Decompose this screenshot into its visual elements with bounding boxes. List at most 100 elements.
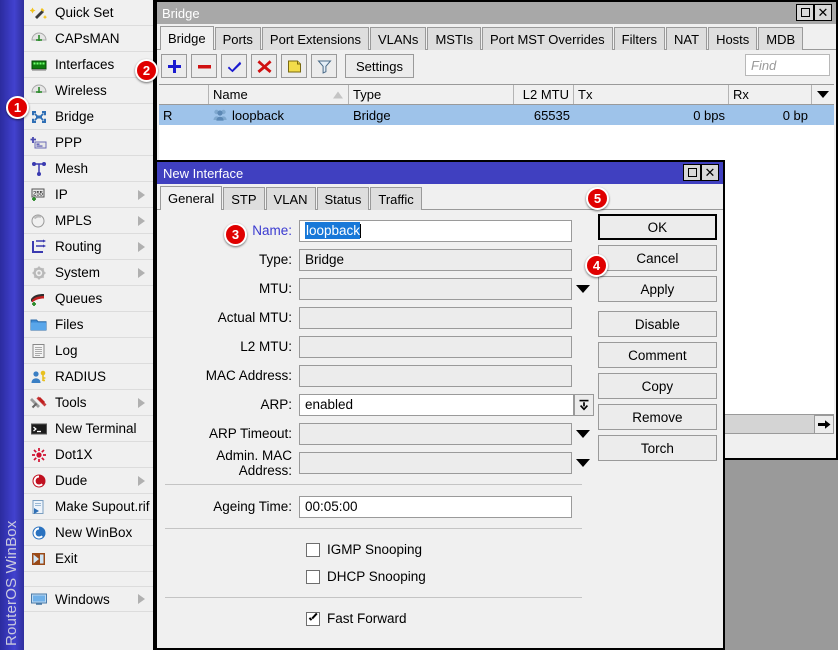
dialog-tab-stp[interactable]: STP xyxy=(223,187,264,210)
checkbox-fast-forward-row[interactable]: Fast Forward xyxy=(157,605,594,632)
sidebar-item-ip[interactable]: 255IP xyxy=(24,182,153,208)
table-row[interactable]: R loopback Bridge 65535 0 bps 0 bp xyxy=(159,105,834,125)
sidebar-item-radius[interactable]: RADIUS xyxy=(24,364,153,390)
field-mac-address-row: MAC Address: xyxy=(157,361,594,390)
dialog-tab-vlan[interactable]: VLAN xyxy=(266,187,316,210)
arp-dropdown-button[interactable] xyxy=(574,394,594,416)
fast-forward-checkbox[interactable] xyxy=(306,612,320,626)
sidebar-item-dude[interactable]: Dude xyxy=(24,468,153,494)
comment-button[interactable]: Comment xyxy=(598,342,717,368)
ppp-icon xyxy=(28,134,50,152)
admin-mac-address-field[interactable] xyxy=(299,452,572,474)
sidebar-item-interfaces[interactable]: Interfaces xyxy=(24,52,153,78)
sidebar-item-ppp[interactable]: PPP xyxy=(24,130,153,156)
remove-button[interactable]: Remove xyxy=(598,404,717,430)
column-header-rx[interactable]: Rx xyxy=(729,85,812,104)
actual-mtu-field[interactable] xyxy=(299,307,572,329)
sidebar-item-windows[interactable]: Windows xyxy=(24,586,153,612)
dialog-tab-general[interactable]: General xyxy=(160,186,222,210)
bridge-comment-button[interactable] xyxy=(281,54,307,78)
sidebar-item-mesh[interactable]: Mesh xyxy=(24,156,153,182)
dot1x-icon xyxy=(28,446,50,464)
mtu-chevron-down-icon[interactable] xyxy=(572,285,594,293)
sidebar-item-files[interactable]: Files xyxy=(24,312,153,338)
column-chooser-icon[interactable] xyxy=(812,85,834,104)
mesh-icon xyxy=(28,160,50,178)
bridge-disable-button[interactable] xyxy=(251,54,277,78)
igmp-snooping-checkbox[interactable] xyxy=(306,543,320,557)
tab-vlans[interactable]: VLANs xyxy=(370,27,426,50)
tab-port-mst-overrides[interactable]: Port MST Overrides xyxy=(482,27,613,50)
dhcp-snooping-checkbox[interactable] xyxy=(306,570,320,584)
bridge-window-titlebar[interactable]: Bridge ✕ xyxy=(157,2,836,24)
sidebar-item-new-terminal[interactable]: New Terminal xyxy=(24,416,153,442)
arp-timeout-field[interactable] xyxy=(299,423,572,445)
column-header-tx[interactable]: Tx xyxy=(574,85,729,104)
type-field[interactable]: Bridge xyxy=(299,249,572,271)
sidebar-item-quick-set[interactable]: Quick Set xyxy=(24,0,153,26)
arp-timeout-chevron-down-icon[interactable] xyxy=(572,430,594,438)
tab-filters[interactable]: Filters xyxy=(614,27,665,50)
dialog-tab-status[interactable]: Status xyxy=(317,187,370,210)
mtu-field[interactable] xyxy=(299,278,572,300)
checkbox-dhcp-snooping-row[interactable]: DHCP Snooping xyxy=(157,563,594,590)
sidebar-item-mpls[interactable]: MPLS xyxy=(24,208,153,234)
arp-field[interactable]: enabled xyxy=(299,394,574,416)
sidebar-item-log[interactable]: Log xyxy=(24,338,153,364)
dialog-tab-traffic[interactable]: Traffic xyxy=(370,187,421,210)
column-header-flags[interactable] xyxy=(159,85,209,104)
tab-mstis[interactable]: MSTIs xyxy=(427,27,481,50)
column-header-type[interactable]: Type xyxy=(349,85,514,104)
maximize-icon[interactable] xyxy=(796,4,814,21)
admin-mac-chevron-down-icon[interactable] xyxy=(572,459,594,467)
bridge-filter-button[interactable] xyxy=(311,54,337,78)
l2-mtu-field[interactable] xyxy=(299,336,572,358)
apply-button[interactable]: Apply xyxy=(598,276,717,302)
scroll-right-button[interactable] xyxy=(814,415,834,434)
close-icon[interactable]: ✕ xyxy=(814,4,832,21)
tab-port-extensions[interactable]: Port Extensions xyxy=(262,27,369,50)
bridge-enable-button[interactable] xyxy=(221,54,247,78)
tab-mdb[interactable]: MDB xyxy=(758,27,803,50)
sidebar-item-label: Tools xyxy=(55,395,87,410)
tab-hosts[interactable]: Hosts xyxy=(708,27,757,50)
tab-nat[interactable]: NAT xyxy=(666,27,707,50)
sidebar-item-routing[interactable]: Routing xyxy=(24,234,153,260)
sidebar-item-new-winbox[interactable]: New WinBox xyxy=(24,520,153,546)
sidebar-item-tools[interactable]: Tools xyxy=(24,390,153,416)
button-label: Cancel xyxy=(636,251,678,266)
sidebar-item-make-supout-rif[interactable]: Make Supout.rif xyxy=(24,494,153,520)
ageing-time-field[interactable]: 00:05:00 xyxy=(299,496,572,518)
mac-address-field[interactable] xyxy=(299,365,572,387)
dialog-titlebar[interactable]: New Interface ✕ xyxy=(157,162,723,184)
sidebar-item-system[interactable]: System xyxy=(24,260,153,286)
name-field[interactable]: loopback xyxy=(299,220,572,242)
dialog-maximize-icon[interactable] xyxy=(683,164,701,181)
exit-icon xyxy=(28,550,50,568)
bridge-settings-button[interactable]: Settings xyxy=(345,54,414,78)
copy-button[interactable]: Copy xyxy=(598,373,717,399)
bridge-remove-button[interactable] xyxy=(191,54,217,78)
ok-button[interactable]: OK xyxy=(598,214,717,240)
sidebar-item-exit[interactable]: Exit xyxy=(24,546,153,572)
bridge-add-button[interactable] xyxy=(161,54,187,78)
bridge-find-input[interactable]: Find xyxy=(745,54,830,76)
cancel-button[interactable]: Cancel xyxy=(598,245,717,271)
annotation-badge-1: 1 xyxy=(6,96,29,119)
row-rx: 0 bp xyxy=(729,105,812,125)
sidebar-item-bridge[interactable]: Bridge xyxy=(24,104,153,130)
sidebar-item-label: MPLS xyxy=(55,213,92,228)
torch-button[interactable]: Torch xyxy=(598,435,717,461)
checkbox-igmp-snooping-row[interactable]: IGMP Snooping xyxy=(157,536,594,563)
sidebar-item-capsman[interactable]: CAPsMAN xyxy=(24,26,153,52)
column-header-name[interactable]: Name xyxy=(209,85,349,104)
disable-button[interactable]: Disable xyxy=(598,311,717,337)
annotation-badge-2: 2 xyxy=(135,59,158,82)
sidebar-item-wireless[interactable]: Wireless xyxy=(24,78,153,104)
sidebar-item-dot1x[interactable]: Dot1X xyxy=(24,442,153,468)
sidebar-item-queues[interactable]: Queues xyxy=(24,286,153,312)
column-header-l2mtu[interactable]: L2 MTU xyxy=(514,85,574,104)
tab-bridge[interactable]: Bridge xyxy=(160,26,214,50)
tab-ports[interactable]: Ports xyxy=(215,27,261,50)
dialog-close-icon[interactable]: ✕ xyxy=(701,164,719,181)
